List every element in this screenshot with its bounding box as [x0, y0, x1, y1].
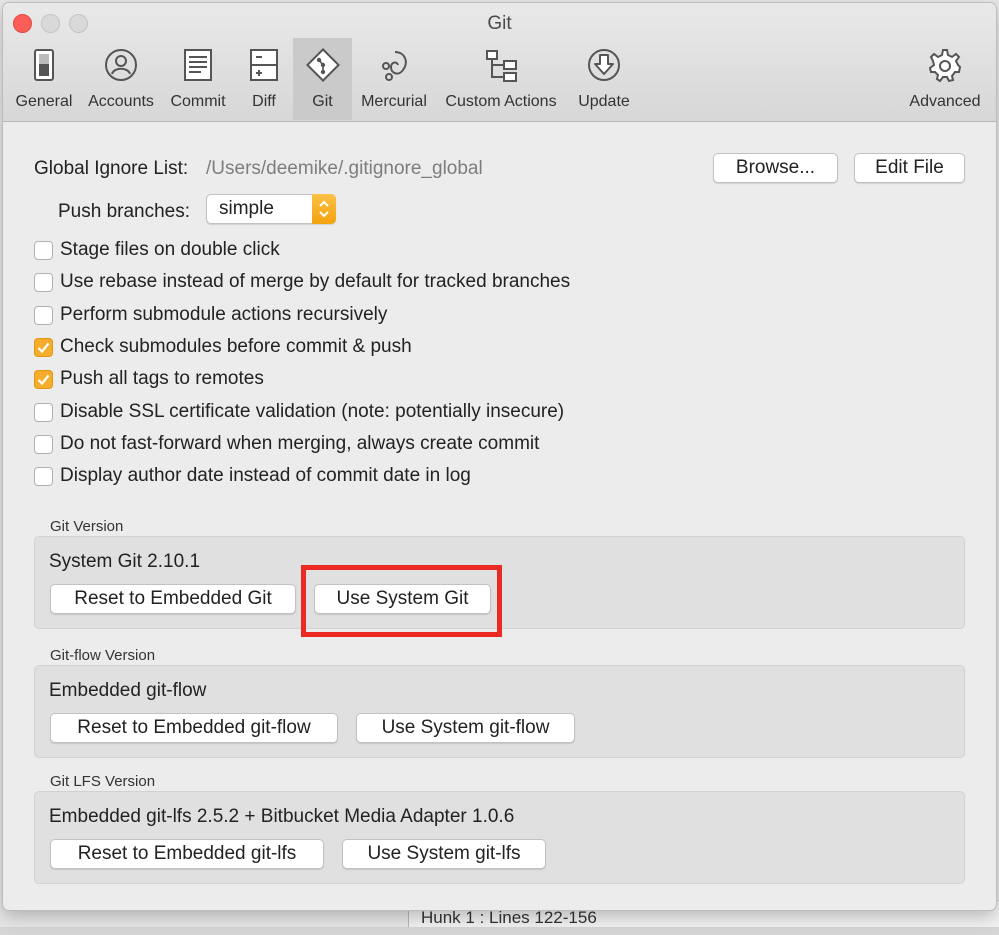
- gitlfs-version-group: Embedded git-lfs 2.5.2 + Bitbucket Media…: [34, 791, 965, 884]
- toolbar-label-diff: Diff: [252, 93, 276, 110]
- user-icon: [105, 49, 137, 81]
- push-branches-label: Push branches:: [58, 201, 191, 222]
- toolbar-label-general: General: [15, 93, 73, 110]
- gitflow-version-group: Embedded git-flow Reset to Embedded git-…: [34, 665, 965, 758]
- toolbar-tab-commit[interactable]: Commit: [163, 38, 233, 120]
- annotation-highlight-box: [301, 565, 502, 637]
- titlebar: Git General Accounts Commit Diff Git Mer…: [3, 3, 996, 122]
- use-system-gitlfs-button[interactable]: Use System git-lfs: [342, 839, 546, 869]
- option-label: Push all tags to remotes: [60, 368, 264, 389]
- checkmark-icon: [37, 342, 50, 354]
- toolbar-label-mercurial: Mercurial: [361, 93, 427, 110]
- updown-chevron-icon: [312, 194, 336, 224]
- download-icon: [588, 49, 620, 81]
- toolbar-tab-accounts[interactable]: Accounts: [83, 38, 159, 120]
- checkbox[interactable]: [34, 241, 53, 260]
- toolbar-tab-mercurial[interactable]: Mercurial: [354, 38, 434, 120]
- reset-embedded-gitlfs-button[interactable]: Reset to Embedded git-lfs: [50, 839, 324, 869]
- toolbar-tab-custom-actions[interactable]: Custom Actions: [437, 38, 565, 120]
- toolbar-label-accounts: Accounts: [88, 93, 154, 110]
- toolbar-tab-git[interactable]: Git: [293, 38, 352, 120]
- use-system-gitflow-button[interactable]: Use System git-flow: [356, 713, 575, 743]
- checkbox[interactable]: [34, 403, 53, 422]
- checkbox-checked[interactable]: [34, 370, 53, 389]
- option-label: Perform submodule actions recursively: [60, 304, 388, 325]
- switch-icon: [34, 49, 54, 81]
- gitlfs-version-status: Embedded git-lfs 2.5.2 + Bitbucket Media…: [49, 806, 515, 827]
- toolbar-label-git: Git: [312, 93, 333, 110]
- git-preferences-panel: Global Ignore List: /Users/deemike/.giti…: [3, 122, 996, 910]
- git-icon: [305, 48, 340, 82]
- option-label: Check submodules before commit & push: [60, 336, 412, 357]
- toolbar-tab-diff[interactable]: Diff: [237, 38, 291, 120]
- option-label: Disable SSL certificate validation (note…: [60, 401, 565, 422]
- gitflow-version-title: Git-flow Version: [50, 647, 156, 664]
- global-ignore-label: Global Ignore List:: [34, 158, 189, 179]
- toolbar-tab-advanced[interactable]: Advanced: [903, 38, 987, 120]
- toolbar-label-update: Update: [578, 93, 630, 110]
- checkbox[interactable]: [34, 306, 53, 325]
- toolbar-tab-general[interactable]: General: [7, 38, 81, 120]
- git-version-status: System Git 2.10.1: [49, 551, 201, 572]
- checkbox[interactable]: [34, 273, 53, 292]
- reset-embedded-gitflow-button[interactable]: Reset to Embedded git-flow: [50, 713, 338, 743]
- toolbar-label-commit: Commit: [170, 93, 226, 110]
- option-label: Do not fast-forward when merging, always…: [60, 433, 540, 454]
- browse-button[interactable]: Browse...: [713, 153, 838, 183]
- git-version-title: Git Version: [50, 518, 124, 535]
- toolbar-label-advanced: Advanced: [909, 93, 981, 110]
- option-label: Stage files on double click: [60, 239, 280, 260]
- diff-icon: [250, 49, 278, 81]
- preferences-window: Git General Accounts Commit Diff Git Mer…: [3, 3, 996, 910]
- checkbox[interactable]: [34, 435, 53, 454]
- checkmark-icon: [37, 374, 50, 386]
- gear-icon: [928, 49, 962, 83]
- gitflow-version-status: Embedded git-flow: [49, 680, 207, 701]
- option-label: Display author date instead of commit da…: [60, 465, 471, 486]
- checkbox[interactable]: [34, 467, 53, 486]
- reset-embedded-git-button[interactable]: Reset to Embedded Git: [50, 584, 296, 614]
- hierarchy-icon: [486, 50, 517, 82]
- push-branches-value: simple: [219, 198, 274, 219]
- window-title: Git: [487, 13, 512, 34]
- gitlfs-version-title: Git LFS Version: [50, 773, 156, 790]
- document-icon: [184, 49, 212, 81]
- checkbox-checked[interactable]: [34, 338, 53, 357]
- edit-file-button[interactable]: Edit File: [854, 153, 965, 183]
- mercurial-icon: [382, 51, 407, 81]
- toolbar-label-custom-actions: Custom Actions: [445, 93, 557, 110]
- push-branches-select[interactable]: simple: [206, 194, 336, 224]
- global-ignore-path: /Users/deemike/.gitignore_global: [206, 158, 483, 179]
- option-label: Use rebase instead of merge by default f…: [60, 271, 571, 292]
- toolbar-tab-update[interactable]: Update: [569, 38, 639, 120]
